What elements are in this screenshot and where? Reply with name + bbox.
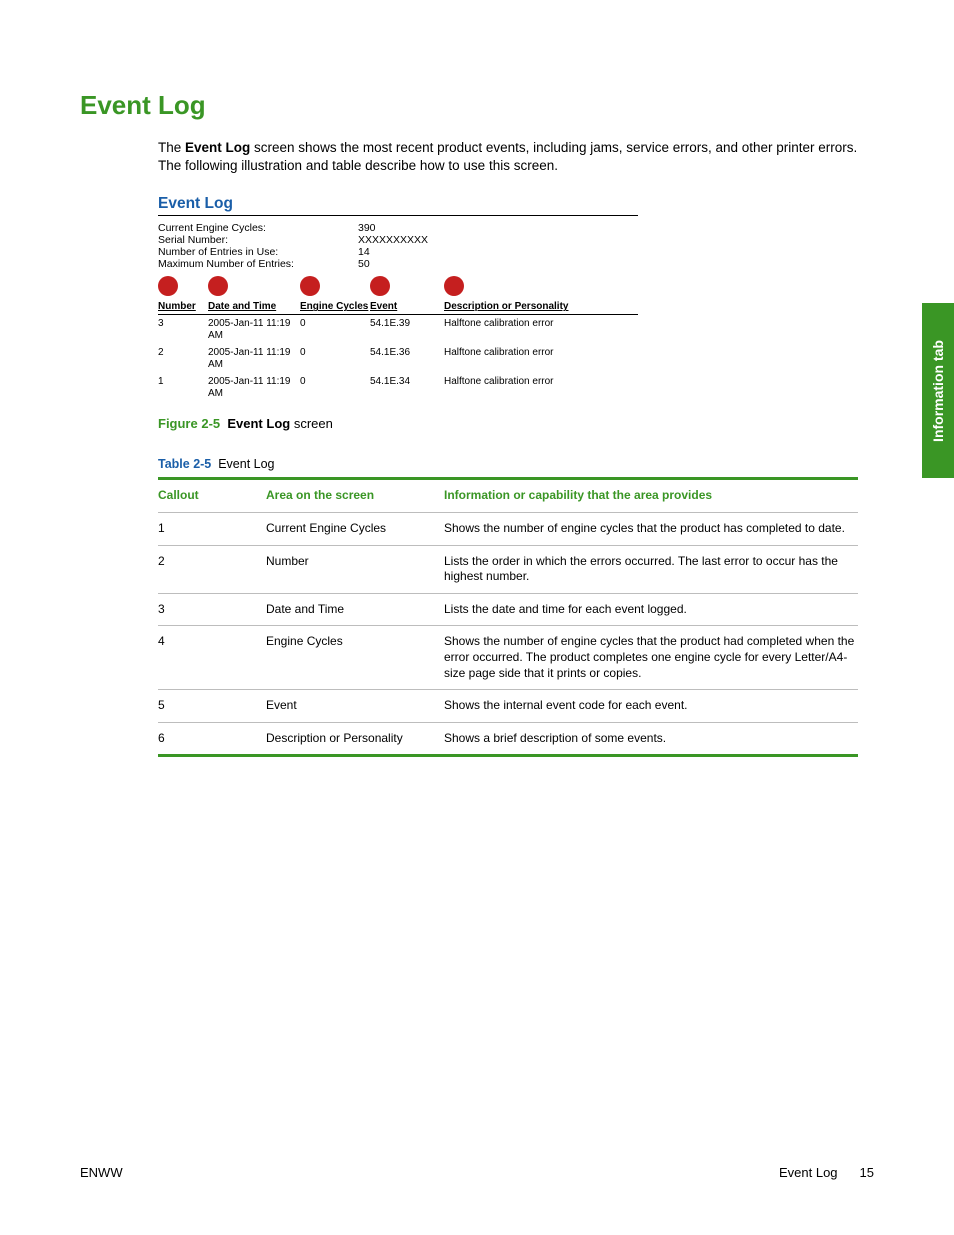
cell-info: Shows a brief description of some events… (444, 731, 858, 747)
intro-bold: Event Log (185, 140, 250, 155)
footer-left: ENWW (80, 1165, 123, 1180)
cell-date: 2005-Jan-11 11:19 AM (208, 347, 300, 370)
figure-heading: Event Log (158, 195, 638, 216)
figure-caption-title: Event Log (227, 416, 290, 431)
cell-info: Shows the number of engine cycles that t… (444, 634, 858, 681)
col-event: Event (370, 301, 397, 312)
col-date: Date and Time (208, 301, 276, 312)
cell-area: Date and Time (266, 602, 444, 618)
header-callout: Callout (158, 488, 266, 504)
reference-table-row: 4 Engine Cycles Shows the number of engi… (158, 626, 858, 690)
cell-number: 3 (158, 318, 208, 341)
cell-callout: 6 (158, 731, 266, 747)
callout-dot-icon (370, 276, 390, 296)
cell-area: Current Engine Cycles (266, 521, 444, 537)
header-area: Area on the screen (266, 488, 444, 504)
stat-label: Current Engine Cycles: (158, 222, 358, 234)
cell-info: Lists the order in which the errors occu… (444, 554, 858, 585)
cell-engine: 0 (300, 347, 370, 370)
stat-label: Serial Number: (158, 234, 358, 246)
cell-engine: 0 (300, 376, 370, 399)
figure-caption: Figure 2-5 Event Log screen (158, 416, 874, 431)
table-caption-number: Table 2-5 (158, 457, 211, 471)
cell-area: Description or Personality (266, 731, 444, 747)
col-engine: Engine Cycles (300, 301, 368, 312)
page-footer: ENWW Event Log 15 (80, 1165, 874, 1180)
cell-number: 2 (158, 347, 208, 370)
side-tab-information[interactable]: Information tab (922, 303, 954, 478)
figure-table-header: Number Date and Time Engine Cycles Event… (158, 299, 638, 315)
cell-engine: 0 (300, 318, 370, 341)
callout-dots-row (158, 276, 638, 299)
stat-value: 14 (358, 246, 370, 258)
side-tab-label: Information tab (930, 340, 946, 442)
reference-table-row: 2 Number Lists the order in which the er… (158, 546, 858, 594)
reference-table: Callout Area on the screen Information o… (158, 477, 858, 757)
reference-table-row: 6 Description or Personality Shows a bri… (158, 723, 858, 755)
cell-info: Shows the internal event code for each e… (444, 698, 858, 714)
cell-info: Shows the number of engine cycles that t… (444, 521, 858, 537)
figure-caption-suffix: screen (290, 416, 333, 431)
reference-table-row: 5 Event Shows the internal event code fo… (158, 690, 858, 723)
stat-value: XXXXXXXXXX (358, 234, 428, 246)
cell-event: 54.1E.39 (370, 318, 444, 341)
callout-dot-icon (158, 276, 178, 296)
cell-callout: 3 (158, 602, 266, 618)
intro-suffix: screen shows the most recent product eve… (158, 140, 857, 173)
stat-label: Maximum Number of Entries: (158, 258, 358, 270)
cell-event: 54.1E.36 (370, 347, 444, 370)
cell-event: 54.1E.34 (370, 376, 444, 399)
cell-area: Engine Cycles (266, 634, 444, 681)
figure-table-row: 2 2005-Jan-11 11:19 AM 0 54.1E.36 Halfto… (158, 344, 638, 373)
callout-dot-icon (300, 276, 320, 296)
stat-value: 50 (358, 258, 370, 270)
cell-callout: 1 (158, 521, 266, 537)
reference-table-row: 3 Date and Time Lists the date and time … (158, 594, 858, 627)
table-caption-title: Event Log (218, 457, 274, 471)
cell-info: Lists the date and time for each event l… (444, 602, 858, 618)
event-log-figure: Event Log Current Engine Cycles:390 Seri… (158, 195, 638, 402)
cell-area: Number (266, 554, 444, 585)
footer-section: Event Log (779, 1165, 838, 1180)
col-desc: Description or Personality (444, 301, 568, 312)
cell-callout: 5 (158, 698, 266, 714)
figure-caption-number: Figure 2-5 (158, 416, 220, 431)
cell-desc: Halftone calibration error (444, 347, 638, 370)
footer-page-number: 15 (860, 1165, 874, 1180)
figure-stats: Current Engine Cycles:390 Serial Number:… (158, 222, 638, 270)
callout-dot-icon (444, 276, 464, 296)
cell-number: 1 (158, 376, 208, 399)
cell-callout: 2 (158, 554, 266, 585)
cell-desc: Halftone calibration error (444, 318, 638, 341)
reference-table-header: Callout Area on the screen Information o… (158, 480, 858, 513)
stat-value: 390 (358, 222, 376, 234)
intro-paragraph: The Event Log screen shows the most rece… (158, 139, 874, 175)
reference-table-row: 1 Current Engine Cycles Shows the number… (158, 513, 858, 546)
cell-callout: 4 (158, 634, 266, 681)
figure-table-row: 3 2005-Jan-11 11:19 AM 0 54.1E.39 Halfto… (158, 315, 638, 344)
table-caption: Table 2-5 Event Log (158, 457, 874, 471)
intro-prefix: The (158, 140, 185, 155)
cell-date: 2005-Jan-11 11:19 AM (208, 318, 300, 341)
col-number: Number (158, 301, 196, 312)
figure-table-row: 1 2005-Jan-11 11:19 AM 0 54.1E.34 Halfto… (158, 373, 638, 402)
stat-label: Number of Entries in Use: (158, 246, 358, 258)
callout-dot-icon (208, 276, 228, 296)
cell-area: Event (266, 698, 444, 714)
cell-desc: Halftone calibration error (444, 376, 638, 399)
header-info: Information or capability that the area … (444, 488, 858, 504)
cell-date: 2005-Jan-11 11:19 AM (208, 376, 300, 399)
page-title: Event Log (80, 90, 874, 121)
